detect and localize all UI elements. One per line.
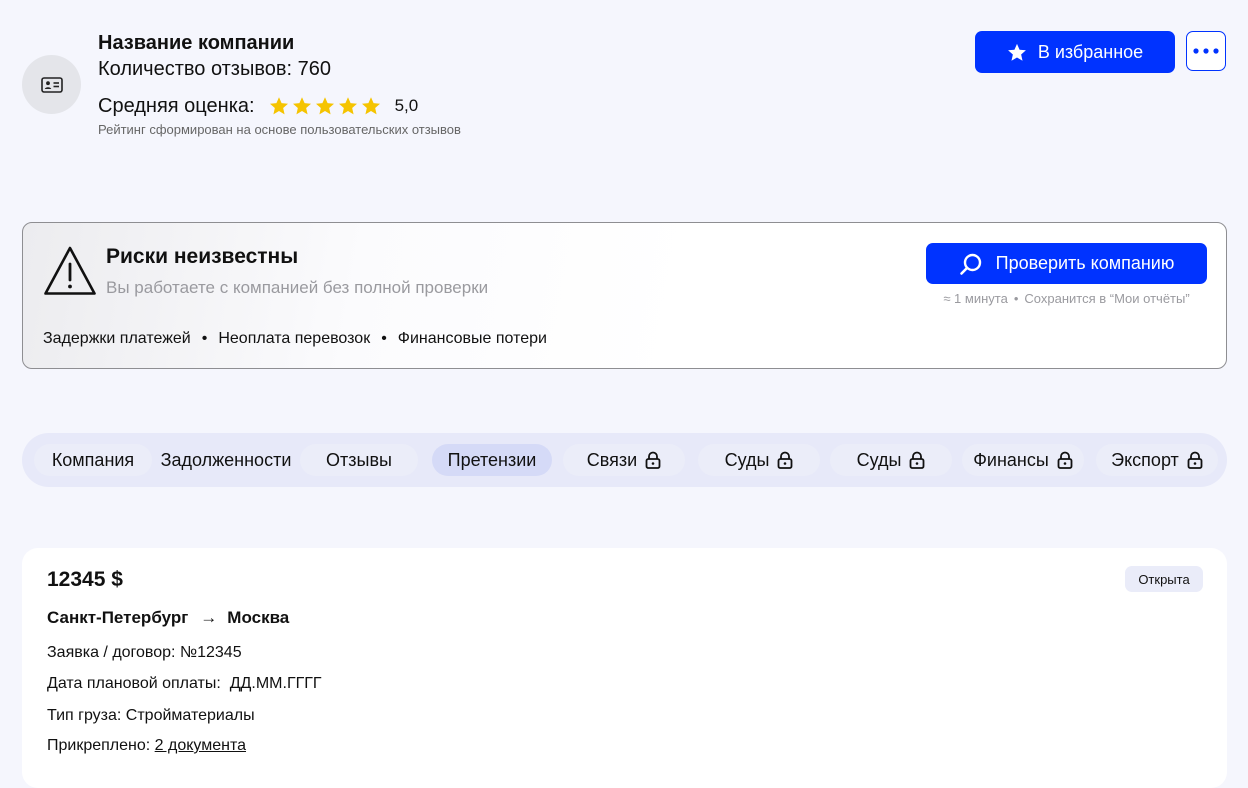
warning-icon — [44, 246, 96, 295]
claim-card[interactable]: 12345 $ Открыта Санкт-Петербург → Москва… — [22, 548, 1227, 788]
risk-tags: Задержки платежей • Неоплата перевозок •… — [43, 330, 547, 347]
company-name: Название компании — [98, 32, 295, 54]
tab-label: Суды — [856, 449, 902, 470]
check-time: ≈ 1 минута — [943, 291, 1008, 306]
star-icon — [1007, 43, 1026, 61]
add-to-favorites-button[interactable]: В избранное — [975, 31, 1175, 73]
claim-amount: 12345 $ — [47, 568, 123, 591]
lock-icon — [645, 451, 661, 469]
tab-export[interactable]: Экспорт — [1096, 444, 1218, 476]
tab-label: Отзывы — [326, 449, 392, 470]
attachments-link[interactable]: 2 документа — [155, 737, 246, 754]
risk-card: Риски неизвестны Вы работаете с компание… — [22, 222, 1227, 369]
tab-connections[interactable]: Связи — [563, 444, 685, 476]
tabs-bar: Компания Задолженности Отзывы Претензии … — [22, 433, 1227, 487]
check-save-note: Сохранится в “Мои отчёты” — [1024, 291, 1190, 306]
check-meta: ≈ 1 минута • Сохранится в “Мои отчёты” — [943, 291, 1190, 306]
rating-stars — [269, 96, 381, 116]
check-company-label: Проверить компанию — [995, 253, 1175, 273]
tab-courts-2[interactable]: Суды — [830, 444, 952, 476]
search-icon — [959, 253, 981, 275]
tab-label: Компания — [51, 449, 135, 470]
check-company-button[interactable]: Проверить компанию — [926, 243, 1207, 284]
tab-label: Связи — [586, 449, 638, 470]
rating-label: Средняя оценка: — [98, 94, 255, 117]
tab-finance[interactable]: Финансы — [962, 444, 1084, 476]
contract-number: Заявка / договор: №12345 — [47, 644, 242, 661]
arrow-right-icon: → — [200, 608, 218, 627]
favorites-button-label: В избранное — [1037, 41, 1144, 62]
lock-icon — [1187, 451, 1203, 469]
reviews-count: Количество отзывов: 760 — [98, 58, 331, 80]
route-to: Москва — [227, 608, 290, 627]
rating-note: Рейтинг сформирован на основе пользовате… — [98, 122, 461, 137]
risk-tag: Задержки платежей — [43, 330, 191, 347]
status-badge: Открыта — [1125, 566, 1203, 592]
risk-tag: Финансовые потери — [397, 330, 547, 347]
tab-label: Задолженности — [160, 449, 292, 470]
attachments: Прикреплено: 2 документа — [47, 737, 246, 755]
tab-reviews[interactable]: Отзывы — [300, 444, 418, 476]
more-options-button[interactable] — [1186, 31, 1226, 71]
tab-company[interactable]: Компания — [34, 444, 152, 476]
risk-subtitle: Вы работаете с компанией без полной пров… — [106, 278, 489, 297]
attachments-label: Прикреплено: — [47, 737, 155, 754]
rating-row: Средняя оценка: 5,0 — [98, 95, 418, 117]
rating-star-icon — [315, 97, 334, 115]
rating-star-icon — [338, 97, 357, 115]
rating-star-icon — [269, 97, 288, 115]
id-card-icon — [40, 76, 63, 93]
rating-value: 5,0 — [394, 96, 419, 115]
lock-icon — [910, 451, 925, 469]
tab-label: Экспорт — [1111, 449, 1179, 470]
tab-courts[interactable]: Суды — [698, 444, 820, 476]
rating-star-icon — [292, 97, 311, 115]
planned-payment-date: Дата плановой оплаты: ДД.ММ.ГГГГ — [47, 675, 322, 692]
company-avatar — [22, 55, 81, 114]
lock-icon — [1057, 451, 1073, 469]
rating-star-icon — [361, 97, 380, 115]
more-dots-icon — [1193, 48, 1219, 54]
risk-tag: Неоплата перевозок — [218, 330, 371, 347]
tab-claims[interactable]: Претензии — [432, 444, 552, 476]
cargo-type: Тип груза: Стройматериалы — [47, 707, 255, 724]
risk-title: Риски неизвестны — [106, 245, 299, 268]
tab-label: Суды — [724, 449, 770, 470]
lock-icon — [778, 451, 793, 469]
tab-label: Финансы — [973, 449, 1049, 470]
tab-label: Претензии — [447, 449, 537, 470]
tab-debts[interactable]: Задолженности — [156, 444, 296, 476]
route-from: Санкт-Петербург — [47, 608, 189, 627]
route: Санкт-Петербург → Москва — [47, 608, 289, 628]
